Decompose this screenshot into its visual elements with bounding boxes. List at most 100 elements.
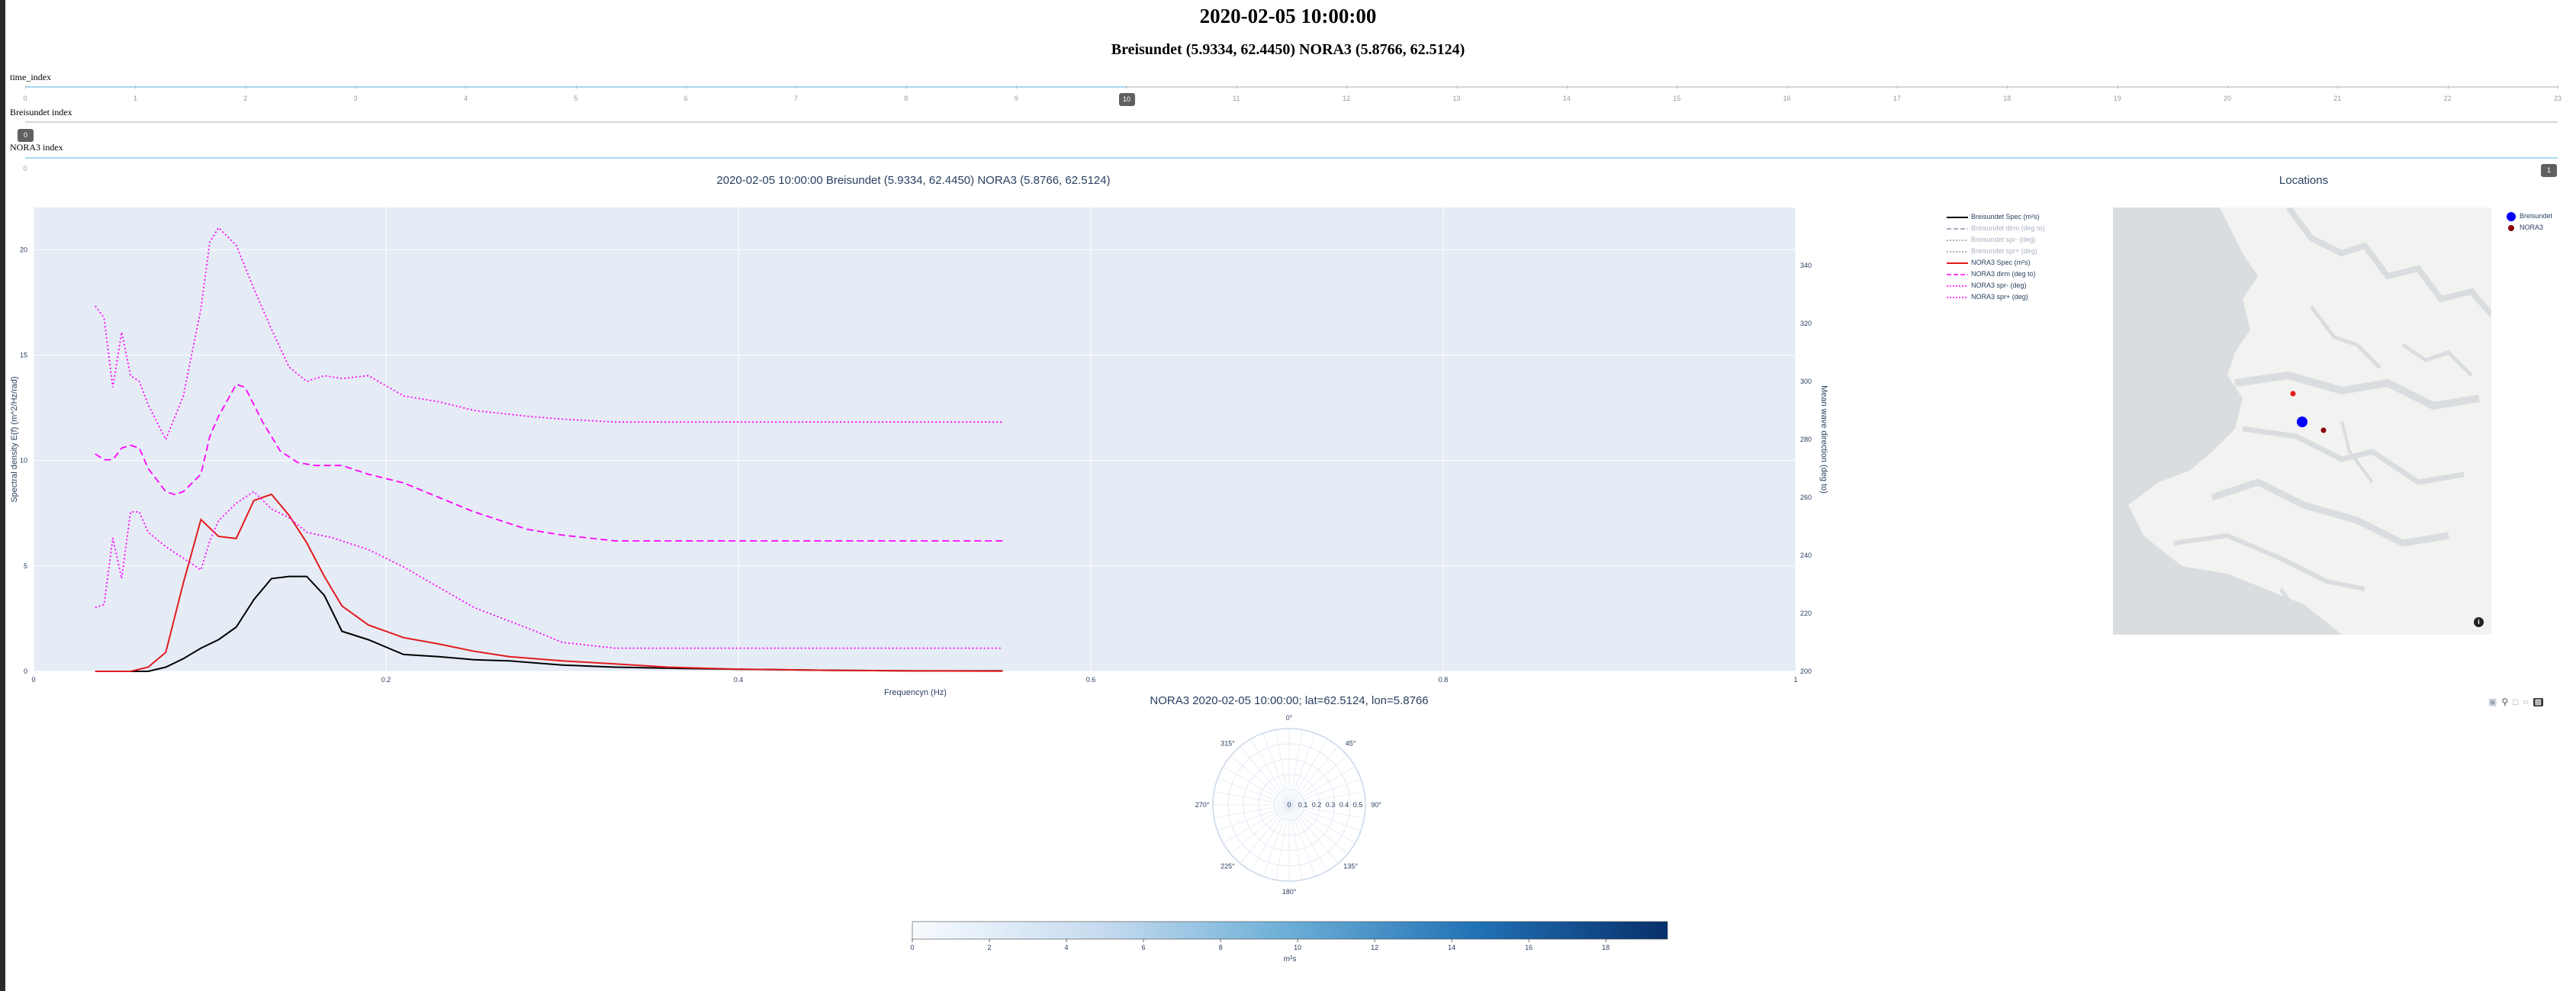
- polar-angle-label: 90°: [1371, 801, 1381, 809]
- plot-background: [34, 208, 1796, 671]
- colorbar-tick-label: 4: [1065, 944, 1069, 951]
- spectrum-title: 2020-02-05 10:00:00 Breisundet (5.9334, …: [716, 174, 1111, 187]
- legend-label: Breisundet: [2520, 212, 2553, 220]
- slider-tick-mark: [355, 85, 357, 88]
- polar-angle-label: 45°: [1346, 739, 1356, 747]
- slider-tick-label: 12: [1343, 95, 1351, 102]
- legend-item[interactable]: Breisundet spr- (deg): [1947, 234, 2045, 246]
- slider-tick-mark: [1786, 85, 1788, 88]
- zoom-icon[interactable]: ⚲: [2501, 697, 2508, 707]
- legend-swatch: [1947, 250, 1968, 253]
- y2-tick-label: 280: [1800, 436, 1812, 443]
- colorbar-tick-label: 6: [1142, 944, 1146, 951]
- y-tick-label: 0: [24, 668, 27, 675]
- x-tick-label: 0.6: [1086, 676, 1096, 684]
- slider-tick-mark: [1016, 85, 1018, 88]
- y2-tick-label: 320: [1800, 320, 1812, 327]
- y2-tick-label: 260: [1800, 494, 1812, 501]
- slider-tick-label: 23: [2553, 95, 2562, 102]
- slider-tick-label: 21: [2333, 95, 2342, 102]
- camera-icon[interactable]: ▣: [2488, 697, 2497, 707]
- polar-angle-label: 135°: [1343, 863, 1358, 870]
- slider-handle[interactable]: 10: [1118, 93, 1135, 106]
- legend-item[interactable]: Breisundet dirm (deg to): [1947, 223, 2045, 234]
- legend-item[interactable]: NORA3: [2506, 222, 2552, 233]
- slider-fill: [25, 157, 2558, 159]
- slider-label: Breisundet index: [10, 107, 72, 117]
- colorbar-tick-label: 8: [1219, 944, 1223, 951]
- plotly-logo-icon[interactable]: ▩: [2533, 697, 2544, 706]
- y-axis-title: Spectral density E(f) (m^2/Hz/rad): [10, 376, 19, 502]
- map-marker-nora3-grid[interactable]: [2290, 391, 2296, 397]
- y2-tick-label: 220: [1800, 610, 1812, 617]
- slider-tick-label: 15: [1673, 95, 1681, 102]
- slider-tick-mark: [135, 85, 137, 88]
- spectrum-chart[interactable]: 0 0.2 0.4 0.6 0.8 105101520200220240260280300…: [0, 191, 1869, 709]
- slider-label: NORA3 index: [10, 142, 63, 153]
- x-axis-title: Frequencyn (Hz): [884, 688, 947, 697]
- legend-item[interactable]: NORA3 spr+ (deg): [1947, 291, 2045, 303]
- slider-tick-label: 1: [133, 95, 137, 102]
- legend-swatch: [1947, 285, 1968, 287]
- legend-swatch: [1947, 273, 1968, 275]
- slider-tick-label: 0: [23, 95, 27, 102]
- slider-label: time_index: [10, 72, 51, 82]
- slider-tick-label: 22: [2443, 95, 2452, 102]
- page-subtitle: Breisundet (5.9334, 62.4450) NORA3 (5.87…: [1111, 41, 1465, 58]
- slider-handle[interactable]: 0: [18, 129, 34, 142]
- y2-tick-label: 340: [1800, 262, 1812, 269]
- slider-track[interactable]: [25, 121, 2558, 123]
- y2-tick-label: 240: [1800, 552, 1812, 559]
- polar-title: NORA3 2020-02-05 10:00:00; lat=62.5124, …: [1150, 694, 1429, 707]
- legend-item[interactable]: NORA3 spr- (deg): [1947, 280, 2045, 291]
- slider-tick-mark: [2337, 85, 2339, 88]
- legend-label: NORA3 Spec (m²s): [1971, 259, 2031, 266]
- colorbar-label: m²s: [1284, 955, 1297, 964]
- slider-tick-mark: [465, 85, 467, 88]
- legend-item[interactable]: NORA3 dirm (deg to): [1947, 269, 2045, 280]
- slider-tick-label: 3: [353, 95, 358, 102]
- x-tick-label: 1: [1793, 676, 1797, 684]
- legend-item[interactable]: Breisundet Spec (m²s): [1947, 211, 2045, 223]
- slider-tick-label: 16: [1783, 95, 1791, 102]
- legend-swatch: [1947, 239, 1968, 241]
- legend-item[interactable]: Breisundet spr+ (deg): [1947, 246, 2045, 257]
- polar-chart[interactable]: 0°45°90°135°180°225°270°315°0 0.1 0.2 0.3 0.…: [1175, 713, 1404, 896]
- locations-title: Locations: [2279, 174, 2329, 187]
- polar-radial-label: 0.1: [1298, 801, 1308, 809]
- map-marker-breisundet[interactable]: [2297, 417, 2307, 427]
- legend-label: NORA3 spr- (deg): [1971, 282, 2027, 289]
- colorbar-tick-label: 16: [1525, 944, 1532, 951]
- slider-tick-label: 17: [1893, 95, 1901, 102]
- y-tick-label: 10: [20, 457, 27, 465]
- y-tick-label: 20: [20, 246, 27, 253]
- slider-handle[interactable]: 1: [2541, 164, 2557, 177]
- legend-label: Breisundet spr+ (deg): [1971, 247, 2037, 255]
- y2-axis-title: Mean wave direction (deg to): [1819, 385, 1828, 494]
- map-marker-nora3[interactable]: [2320, 427, 2327, 433]
- legend-item[interactable]: NORA3 Spec (m²s): [1947, 257, 2045, 269]
- locations-legend: Breisundet NORA3: [2506, 211, 2552, 233]
- slider-tick-mark: [1126, 85, 1127, 88]
- x-tick-label: 0.8: [1439, 676, 1449, 684]
- map-terrain: [2113, 208, 2491, 635]
- polar-angle-label: 270°: [1195, 801, 1210, 809]
- slider-tick-mark: [1456, 85, 1458, 88]
- polar-radial-label: 0.2: [1312, 801, 1322, 809]
- polar-radial-label: 0.5: [1353, 801, 1363, 809]
- colorbar: 0 2 4 6 8 10 12 14 16 18 m²s: [910, 921, 1668, 964]
- polar-angle-label: 0°: [1286, 714, 1293, 722]
- slider-tick-mark: [25, 85, 26, 88]
- colorbar-tick-label: 2: [988, 944, 992, 951]
- lasso-icon[interactable]: ○: [2523, 697, 2528, 707]
- colorbar-tick-label: 0: [910, 944, 914, 951]
- y2-tick-label: 300: [1800, 378, 1812, 385]
- legend-item[interactable]: Breisundet: [2506, 211, 2552, 222]
- legend-swatch: [1947, 296, 1968, 298]
- x-tick-label: 0: [31, 676, 35, 684]
- legend-label: NORA3: [2520, 224, 2544, 231]
- pan-icon[interactable]: □: [2513, 697, 2518, 707]
- location-map[interactable]: i: [2113, 208, 2491, 635]
- map-info-icon[interactable]: i: [2474, 617, 2484, 627]
- modebar: ▣ ⚲ □ ○ ▩: [2488, 697, 2544, 707]
